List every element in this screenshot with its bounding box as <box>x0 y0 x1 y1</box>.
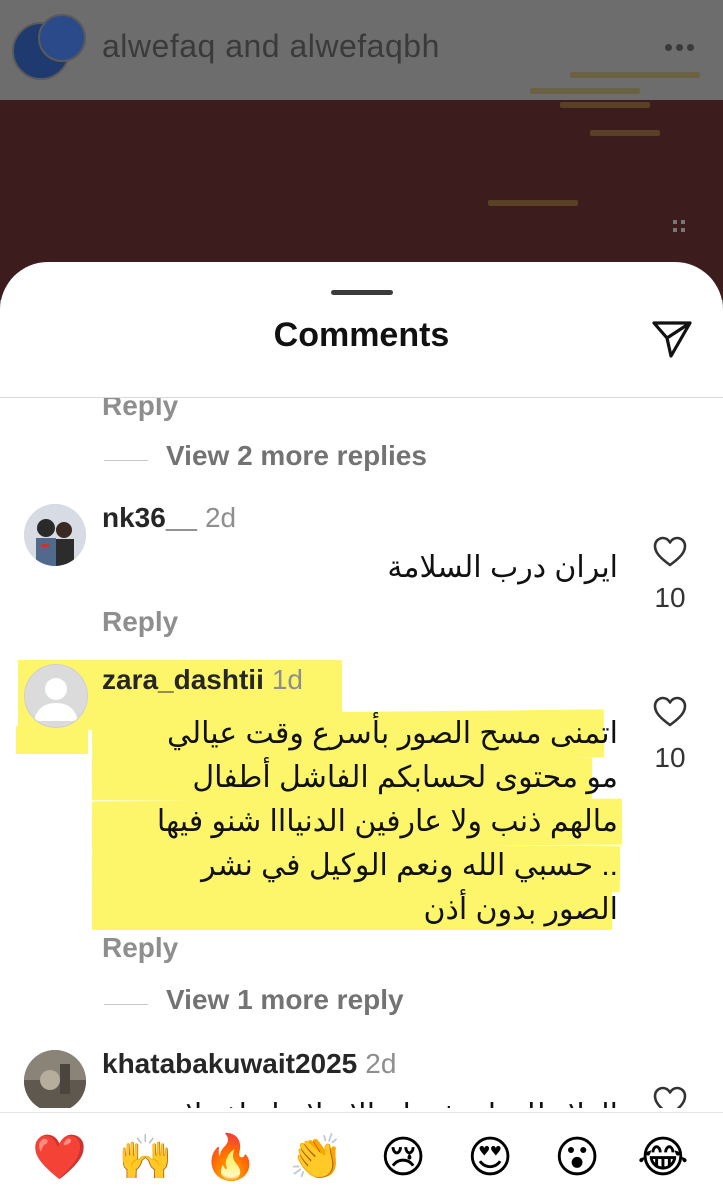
grip-icon <box>673 220 687 234</box>
heart-eyes-emoji-button[interactable]: 😍 <box>463 1131 517 1185</box>
comment-username[interactable]: zara_dashtii 1d <box>102 664 303 696</box>
like-button[interactable] <box>644 1086 696 1108</box>
username-text[interactable]: nk36__ <box>102 502 197 533</box>
view-more-replies-label: View 2 more replies <box>166 440 427 471</box>
tears-of-joy-emoji-button[interactable]: 😂 <box>636 1131 690 1185</box>
share-icon[interactable] <box>649 316 695 362</box>
raised-hands-emoji-button[interactable]: 🙌 <box>118 1131 173 1185</box>
comments-sheet: Comments Reply View 2 more replies nk36_… <box>0 262 723 1200</box>
avatar[interactable] <box>24 1050 86 1108</box>
comment-item: zara_dashtii 1d اتمنى مسح الصور بأسرع وقت… <box>0 660 723 1000</box>
comment-timestamp: 2d <box>365 1048 397 1079</box>
comment-item: khatabakuwait2025 2d الولاء للوطن فقط وال… <box>0 1046 723 1108</box>
sheet-title: Comments <box>273 316 450 354</box>
comment-text: ايران درب السلامة <box>98 546 618 590</box>
like-count: 10 <box>654 582 686 613</box>
like-button[interactable]: 10 <box>644 696 696 774</box>
heart-icon <box>653 1086 687 1108</box>
comment-username[interactable]: nk36__ 2d <box>102 502 236 534</box>
comment-text: اتمنى مسح الصور بأسرع وقت عيالي مو محتوى… <box>98 712 618 932</box>
comment-timestamp: 1d <box>271 664 304 695</box>
heart-icon <box>653 536 687 567</box>
post-header: alwefaq and alwefaqbh <box>0 0 723 100</box>
reply-button[interactable]: Reply <box>102 398 178 422</box>
comment-username[interactable]: khatabakuwait2025 2d <box>102 1048 396 1080</box>
comment-line: اتمنى مسح الصور بأسرع وقت عيالي <box>166 717 618 750</box>
avatar <box>38 14 86 62</box>
heart-icon <box>653 696 687 727</box>
comment-text: الولاء للوطن فقط والاسلام انقاذ ولا <box>98 1094 618 1108</box>
view-more-replies-label: View 1 more reply <box>166 984 404 1015</box>
comment-line: الولاء للوطن فقط والاسلام انقاذ ولا <box>98 1094 618 1108</box>
reply-button[interactable]: Reply <box>102 932 178 964</box>
username-text[interactable]: zara_dashtii <box>102 664 264 695</box>
surprised-face-emoji-button[interactable]: 😮 <box>550 1131 604 1185</box>
crying-face-emoji-button[interactable]: 😢 <box>376 1131 430 1185</box>
comment-line: ايران درب السلامة <box>387 551 618 584</box>
fire-emoji-button[interactable]: 🔥 <box>203 1131 258 1185</box>
comment-item: nk36__ 2d ايران درب السلامة Reply 10 <box>0 502 723 662</box>
username-text[interactable]: khatabakuwait2025 <box>102 1048 357 1079</box>
collab-avatars[interactable] <box>12 14 86 80</box>
reaction-bar: ❤️ 🙌 🔥 👏 😢 😍 😮 😂 <box>0 1112 723 1201</box>
like-button[interactable]: 10 <box>644 536 696 614</box>
comment-line: .. حسبي الله ونعم الوكيل في نشر <box>201 849 618 882</box>
more-options-icon[interactable] <box>665 44 695 52</box>
comment-line: مو محتوى لحسابكم الفاشل أطفال <box>192 761 618 794</box>
sheet-drag-handle[interactable] <box>331 290 393 295</box>
comment-timestamp: 2d <box>204 502 237 533</box>
avatar[interactable] <box>24 504 86 566</box>
post-title[interactable]: alwefaq and alwefaqbh <box>102 28 440 65</box>
comment-line: مالهم ذنب ولا عارفين الدنيااا شنو فيها <box>156 805 618 838</box>
avatar[interactable] <box>24 664 88 728</box>
reply-button[interactable]: Reply <box>102 606 178 638</box>
clapping-hands-emoji-button[interactable]: 👏 <box>289 1131 344 1185</box>
heart-emoji-button[interactable]: ❤️ <box>32 1131 87 1185</box>
comments-list[interactable]: Reply View 2 more replies nk36__ 2d ايرا… <box>0 398 723 1108</box>
comment-line: الصور بدون أذن <box>423 893 619 926</box>
like-count: 10 <box>654 742 686 773</box>
